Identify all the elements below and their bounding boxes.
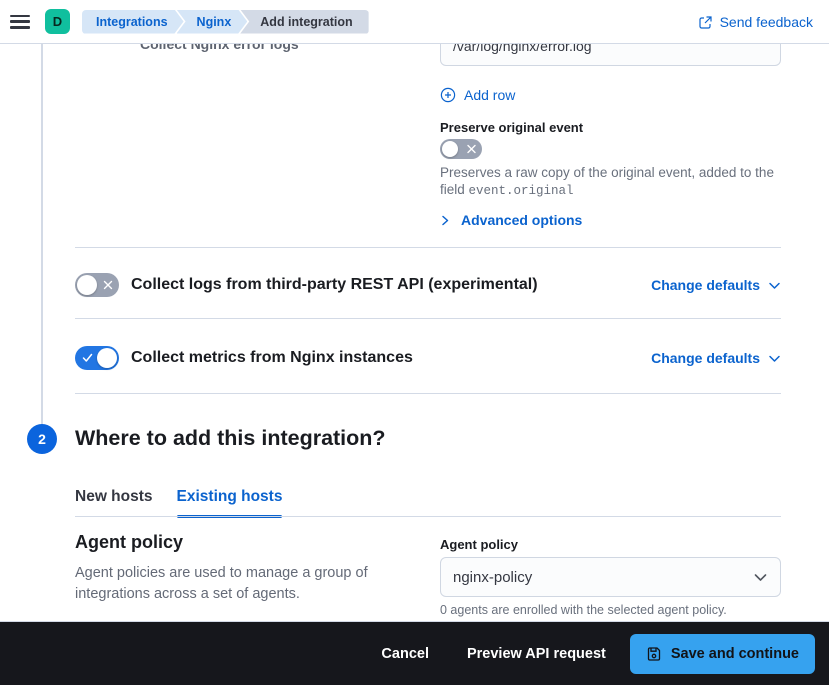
- preserve-original-event-toggle[interactable]: [440, 139, 482, 159]
- host-tabs: New hosts Existing hosts: [75, 488, 282, 518]
- plus-circle-icon: [440, 87, 456, 103]
- divider: [75, 318, 781, 319]
- toggle-check-icon: [82, 353, 93, 363]
- step-2-title: Where to add this integration?: [75, 426, 386, 451]
- divider: [75, 247, 781, 248]
- tabs-bottom-border: [75, 516, 781, 517]
- step-connector-line: [41, 44, 43, 424]
- breadcrumb-nginx[interactable]: Nginx: [177, 10, 248, 34]
- tab-new-hosts[interactable]: New hosts: [75, 488, 153, 518]
- save-and-continue-label: Save and continue: [671, 646, 799, 662]
- toggle-thumb: [97, 348, 117, 368]
- breadcrumb-add-integration: Add integration: [240, 10, 368, 34]
- agent-policy-selected-value: nginx-policy: [453, 569, 532, 586]
- toggle-thumb: [77, 275, 97, 295]
- send-feedback-link[interactable]: Send feedback: [698, 0, 813, 44]
- divider: [75, 393, 781, 394]
- collect-rest-api-toggle[interactable]: [75, 273, 119, 297]
- deployment-logo[interactable]: D: [45, 9, 70, 34]
- preview-api-request-button[interactable]: Preview API request: [453, 636, 620, 672]
- toggle-thumb: [442, 141, 458, 157]
- change-defaults-label: Change defaults: [651, 350, 760, 366]
- collect-metrics-row: Collect metrics from Nginx instances Cha…: [75, 346, 781, 370]
- send-feedback-label: Send feedback: [720, 14, 813, 30]
- preserve-original-event-label: Preserve original event: [440, 120, 583, 135]
- chevron-right-icon: [440, 215, 451, 226]
- toggle-x-icon: [103, 280, 113, 290]
- add-row-label: Add row: [464, 87, 515, 103]
- advanced-options-button[interactable]: Advanced options: [440, 212, 582, 228]
- collect-metrics-toggle[interactable]: [75, 346, 119, 370]
- advanced-options-label: Advanced options: [461, 212, 582, 228]
- change-defaults-button[interactable]: Change defaults: [651, 277, 781, 293]
- chevron-down-icon: [768, 279, 781, 292]
- top-header: D Integrations Nginx Add integration Sen…: [0, 0, 829, 44]
- collect-metrics-label: Collect metrics from Nginx instances: [131, 349, 413, 367]
- agent-policy-section-description: Agent policies are used to manage a grou…: [75, 563, 385, 605]
- breadcrumb: Integrations Nginx Add integration: [82, 10, 369, 34]
- external-link-icon: [698, 15, 713, 30]
- change-defaults-button[interactable]: Change defaults: [651, 350, 781, 366]
- bottom-action-bar: Cancel Preview API request Save and cont…: [0, 621, 829, 685]
- change-defaults-label: Change defaults: [651, 277, 760, 293]
- agent-policy-section-title: Agent policy: [75, 532, 183, 553]
- agent-policy-field-label: Agent policy: [440, 537, 518, 552]
- event-original-code: event.original: [469, 184, 574, 198]
- save-disk-icon: [646, 646, 662, 662]
- add-integration-page: Collect Nginx error logs Add row Preserv…: [0, 0, 829, 685]
- breadcrumb-integrations[interactable]: Integrations: [82, 10, 184, 34]
- save-and-continue-button[interactable]: Save and continue: [630, 634, 815, 674]
- agent-policy-helper-text: 0 agents are enrolled with the selected …: [440, 603, 727, 617]
- chevron-down-icon: [753, 570, 768, 585]
- tab-existing-hosts[interactable]: Existing hosts: [177, 488, 283, 518]
- menu-hamburger-icon[interactable]: [10, 15, 30, 29]
- step-2-number-badge: 2: [27, 424, 57, 454]
- preserve-original-event-description: Preserves a raw copy of the original eve…: [440, 164, 780, 200]
- collect-rest-api-label: Collect logs from third-party REST API (…: [131, 276, 538, 294]
- collect-rest-api-row: Collect logs from third-party REST API (…: [75, 273, 781, 297]
- add-row-button[interactable]: Add row: [440, 87, 515, 103]
- cancel-button[interactable]: Cancel: [367, 636, 443, 672]
- agent-policy-select[interactable]: nginx-policy: [440, 557, 781, 597]
- chevron-down-icon: [768, 352, 781, 365]
- toggle-x-icon: [467, 145, 476, 154]
